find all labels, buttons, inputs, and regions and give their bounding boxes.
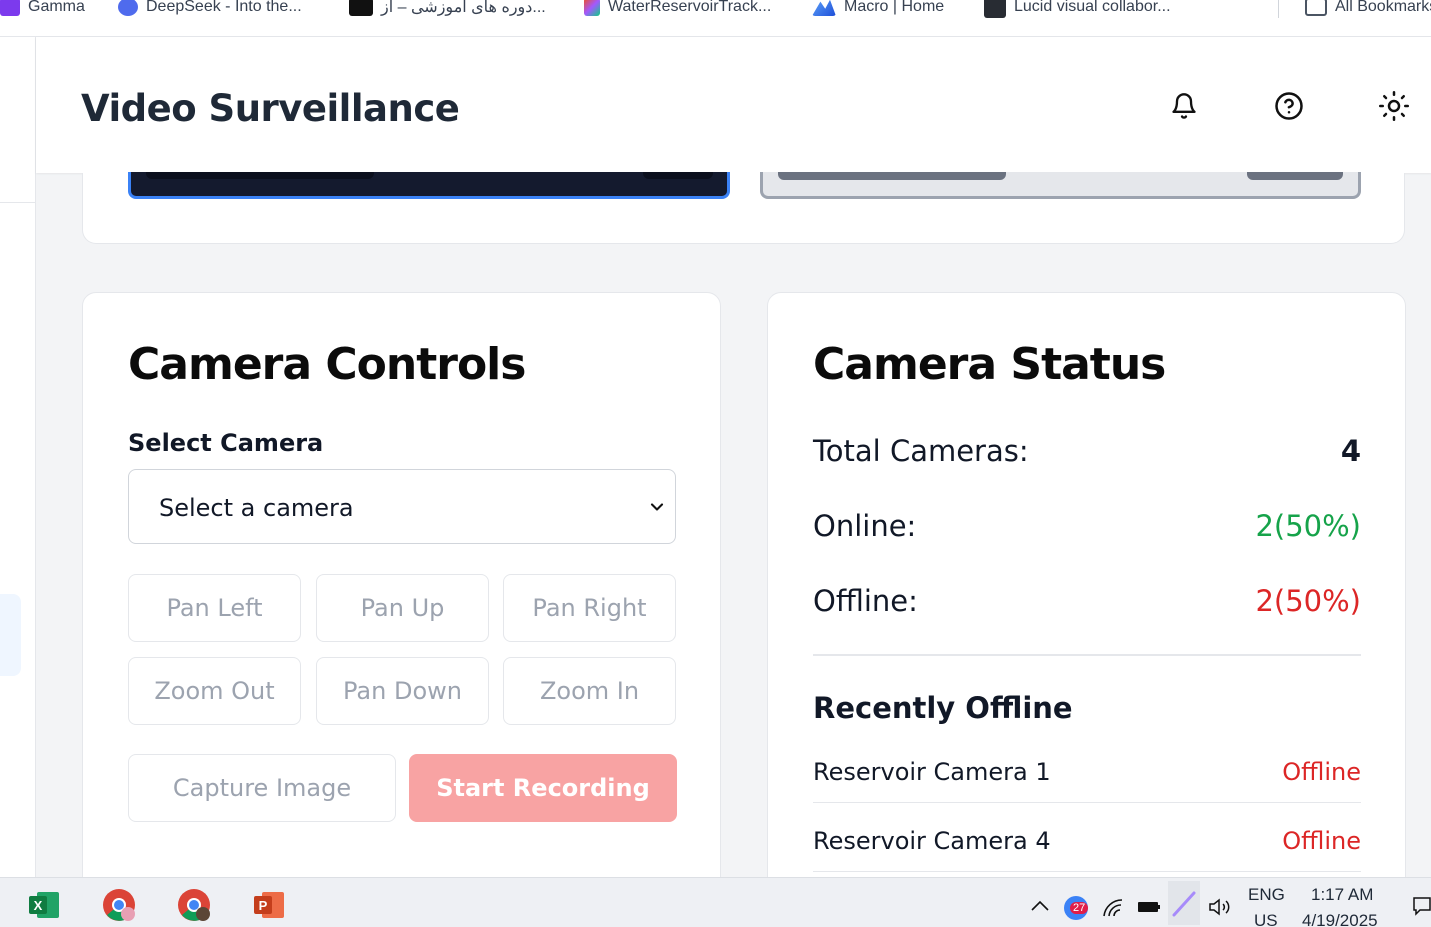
bookmark-lucid[interactable]: Lucid visual collabor...: [984, 0, 1171, 19]
bookmarks-divider: [1278, 0, 1279, 18]
camera-name: Reservoir Camera 4: [813, 827, 1051, 855]
help-icon: [1275, 92, 1303, 120]
help-button[interactable]: [1272, 89, 1306, 123]
sidebar: [0, 37, 36, 877]
bell-icon: [1172, 93, 1196, 119]
taskbar: X P 27 ENG US 1:17 AM 4/19/2025: [0, 877, 1431, 927]
capture-image-button[interactable]: Capture Image: [128, 754, 396, 822]
bookmarks-bar: Gamma DeepSeek - Into the... دوره های آم…: [0, 0, 1431, 37]
feed-caption-bar: [778, 172, 1006, 180]
list-item[interactable]: Reservoir Camera 4 Offline: [813, 827, 1361, 872]
online-value: 2(50%): [1255, 509, 1361, 543]
wifi-icon[interactable]: [1102, 898, 1126, 923]
zoom-out-button[interactable]: Zoom Out: [128, 657, 301, 725]
pan-up-button[interactable]: Pan Up: [316, 574, 489, 642]
volume-icon[interactable]: [1207, 896, 1233, 923]
chrome-icon: [103, 889, 135, 921]
notification-center-icon[interactable]: [1412, 896, 1431, 923]
camera-feeds-card: [82, 172, 1405, 244]
online-row: Online: 2(50%): [813, 509, 1361, 543]
page-title: Video Surveillance: [81, 87, 460, 130]
folder-icon: [1305, 0, 1327, 16]
camera-name: Reservoir Camera 1: [813, 758, 1051, 786]
bookmark-label: All Bookmarks: [1335, 0, 1431, 15]
theme-toggle-button[interactable]: [1377, 89, 1411, 123]
chrome-profile-taskbar-button[interactable]: [177, 888, 211, 922]
sidebar-divider: [0, 202, 36, 203]
bookmark-label: دوره های آموزشی – از...: [381, 0, 546, 16]
pan-down-button[interactable]: Pan Down: [316, 657, 489, 725]
camera-select-value: Select a camera: [159, 494, 354, 522]
clock-date: 4/19/2025: [1302, 911, 1378, 927]
feed-caption-bar: [146, 172, 374, 179]
bookmark-macro[interactable]: Macro | Home: [812, 0, 944, 19]
bookmark-ielts[interactable]: دوره های آموزشی – از...: [349, 0, 546, 19]
sun-icon: [1379, 91, 1409, 121]
pan-right-button[interactable]: Pan Right: [503, 574, 676, 642]
camera-select[interactable]: Select a camera: [128, 469, 676, 544]
powerpoint-taskbar-button[interactable]: P: [252, 888, 286, 922]
notification-tray-icon[interactable]: 27: [1064, 896, 1090, 922]
battery-icon[interactable]: [1136, 898, 1162, 921]
bookmark-waterreservoir[interactable]: WaterReservoirTrack...: [584, 0, 771, 19]
macro-icon: [812, 0, 836, 16]
powerpoint-icon: P: [254, 892, 284, 918]
excel-taskbar-button[interactable]: X: [27, 888, 61, 922]
chevron-up-icon[interactable]: [1030, 898, 1050, 917]
bookmark-label: Lucid visual collabor...: [1014, 0, 1171, 15]
svg-text:P: P: [259, 898, 268, 913]
svg-text:X: X: [34, 898, 43, 913]
status-title: Camera Status: [813, 339, 1166, 390]
offline-value: 2(50%): [1255, 584, 1361, 618]
controls-title: Camera Controls: [128, 339, 526, 390]
camera-feed-offline[interactable]: [760, 172, 1361, 199]
camera-status-card: Camera Status Total Cameras: 4 Online: 2…: [767, 292, 1406, 912]
notification-count: 27: [1070, 902, 1089, 914]
status-badge: Offline: [1282, 758, 1361, 786]
status-badge: Offline: [1282, 827, 1361, 855]
language-indicator[interactable]: ENG: [1248, 885, 1285, 905]
chrome-profile-icon: [178, 889, 210, 921]
figma-icon: [584, 0, 600, 16]
offline-label: Offline:: [813, 584, 918, 618]
notifications-button[interactable]: [1167, 89, 1201, 123]
list-item[interactable]: Reservoir Camera 1 Offline: [813, 758, 1361, 803]
zoom-in-button[interactable]: Zoom In: [503, 657, 676, 725]
bookmark-all[interactable]: All Bookmarks: [1305, 0, 1431, 19]
bookmark-deepseek[interactable]: DeepSeek - Into the...: [118, 0, 302, 19]
feed-status-bar: [643, 172, 713, 179]
bookmark-label: WaterReservoirTrack...: [608, 0, 772, 15]
ielts-icon: [349, 0, 373, 16]
sidebar-active-item[interactable]: [0, 594, 21, 676]
total-cameras-row: Total Cameras: 4: [813, 434, 1361, 468]
feed-status-bar: [1247, 172, 1343, 180]
deepseek-icon: [118, 0, 138, 16]
bookmark-label: Macro | Home: [844, 0, 945, 15]
pen-icon[interactable]: [1168, 881, 1200, 925]
recently-offline-title: Recently Offline: [813, 691, 1073, 725]
camera-feed-selected[interactable]: [128, 172, 730, 199]
select-camera-label: Select Camera: [128, 429, 324, 457]
lucid-icon: [984, 0, 1006, 18]
bookmark-label: Gamma: [28, 0, 85, 15]
status-divider: [813, 654, 1361, 656]
total-cameras-label: Total Cameras:: [813, 434, 1029, 468]
pan-left-button[interactable]: Pan Left: [128, 574, 301, 642]
total-cameras-value: 4: [1340, 434, 1361, 468]
clock-time[interactable]: 1:17 AM: [1311, 885, 1373, 905]
chrome-taskbar-button[interactable]: [102, 888, 136, 922]
region-indicator: US: [1254, 911, 1278, 927]
offline-row: Offline: 2(50%): [813, 584, 1361, 618]
chevron-down-icon: [650, 503, 664, 511]
start-recording-button[interactable]: Start Recording: [409, 754, 677, 822]
bookmark-gamma[interactable]: Gamma: [0, 0, 85, 19]
app-header: Video Surveillance: [36, 37, 1431, 173]
online-label: Online:: [813, 509, 917, 543]
bookmark-label: DeepSeek - Into the...: [146, 0, 302, 15]
excel-icon: X: [29, 892, 59, 918]
gamma-icon: [0, 0, 20, 16]
camera-controls-card: Camera Controls Select Camera Select a c…: [82, 292, 721, 912]
